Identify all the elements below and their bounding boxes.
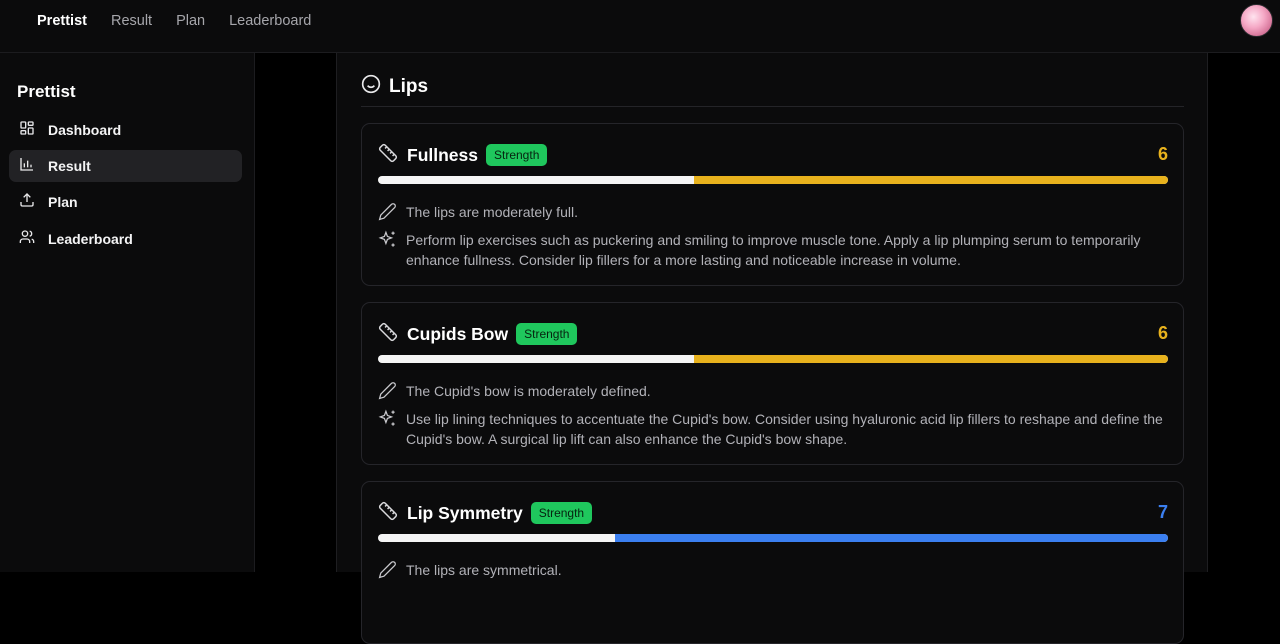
- bar-chart-icon: [19, 156, 35, 177]
- card-title: Cupids Bow: [407, 323, 509, 344]
- sidebar: Prettist Dashboard Result Plan Leaderboa…: [0, 53, 255, 572]
- pencil-icon: [378, 560, 397, 584]
- score-progress-fill: [694, 176, 1168, 184]
- card-header: Lip Symmetry Strength: [378, 501, 593, 526]
- ruler-icon: [378, 322, 398, 347]
- pencil-icon: [378, 202, 397, 226]
- score-value: 6: [1157, 323, 1168, 343]
- user-avatar[interactable]: [1240, 4, 1273, 37]
- sidebar-item-label: Dashboard: [48, 122, 122, 138]
- ruler-icon: [378, 501, 398, 526]
- pencil-icon: [378, 381, 397, 405]
- observation-row: The lips are symmetrical.: [378, 560, 1166, 584]
- strength-badge: Strength: [486, 144, 548, 166]
- sparkles-icon: [378, 409, 397, 433]
- smile-icon: [361, 74, 381, 99]
- sparkles-icon: [378, 230, 397, 254]
- observation-text: The Cupid's bow is moderately defined.: [406, 383, 651, 399]
- ruler-icon: [378, 143, 398, 168]
- sidebar-item-label: Plan: [48, 194, 78, 210]
- nav-link-result[interactable]: Result: [111, 13, 152, 29]
- top-nav-links: Prettist Result Plan Leaderboard: [37, 13, 311, 29]
- sidebar-item-label: Result: [48, 158, 91, 174]
- nav-brand-link[interactable]: Prettist: [37, 13, 87, 29]
- strength-badge: Strength: [530, 502, 593, 524]
- observation-text: The lips are symmetrical.: [406, 562, 562, 578]
- advice-text: Use lip lining techniques to accentuate …: [406, 411, 1163, 447]
- divider: [361, 106, 1184, 107]
- observation-text: The lips are moderately full.: [406, 204, 578, 220]
- sidebar-title: Prettist: [17, 82, 76, 101]
- results-panel[interactable]: Lips Fullness Strength 6 The lips are mo…: [336, 53, 1208, 644]
- card-header: Fullness Strength: [378, 143, 548, 168]
- advice-text: Perform lip exercises such as puckering …: [406, 232, 1141, 268]
- sidebar-item-dashboard[interactable]: Dashboard: [9, 114, 242, 146]
- score-value: 7: [1157, 502, 1168, 522]
- grid-icon: [19, 120, 35, 141]
- metric-card-cupids-bow: Cupids Bow Strength 6 The Cupid's bow is…: [361, 302, 1184, 465]
- upload-icon: [19, 192, 35, 213]
- top-navbar: Prettist Result Plan Leaderboard: [0, 0, 1280, 53]
- sidebar-item-label: Leaderboard: [48, 231, 133, 247]
- score-progress-fill: [694, 355, 1168, 363]
- score-value: 6: [1157, 144, 1168, 164]
- sidebar-item-plan[interactable]: Plan: [9, 186, 242, 218]
- sidebar-item-leaderboard[interactable]: Leaderboard: [9, 223, 242, 255]
- metric-card-lip-symmetry: Lip Symmetry Strength 7 The lips are sym…: [361, 481, 1184, 644]
- score-progress-fill: [615, 534, 1168, 542]
- nav-link-leaderboard[interactable]: Leaderboard: [229, 13, 311, 29]
- observation-row: The lips are moderately full.: [378, 202, 1166, 226]
- section-title: Lips: [389, 75, 429, 97]
- card-header: Cupids Bow Strength: [378, 322, 578, 347]
- score-progress-bar: [378, 176, 1168, 184]
- metric-card-fullness: Fullness Strength 6 The lips are moderat…: [361, 123, 1184, 286]
- nav-link-plan[interactable]: Plan: [176, 13, 205, 29]
- card-title: Fullness: [407, 144, 478, 165]
- advice-row: Perform lip exercises such as puckering …: [378, 230, 1166, 270]
- score-progress-bar: [378, 534, 1168, 542]
- sidebar-item-result[interactable]: Result: [9, 150, 242, 182]
- card-title: Lip Symmetry: [407, 502, 523, 523]
- advice-row: Use lip lining techniques to accentuate …: [378, 409, 1166, 449]
- section-header: Lips: [361, 74, 428, 99]
- users-icon: [19, 229, 35, 250]
- strength-badge: Strength: [516, 323, 578, 345]
- observation-row: The Cupid's bow is moderately defined.: [378, 381, 1166, 405]
- score-progress-bar: [378, 355, 1168, 363]
